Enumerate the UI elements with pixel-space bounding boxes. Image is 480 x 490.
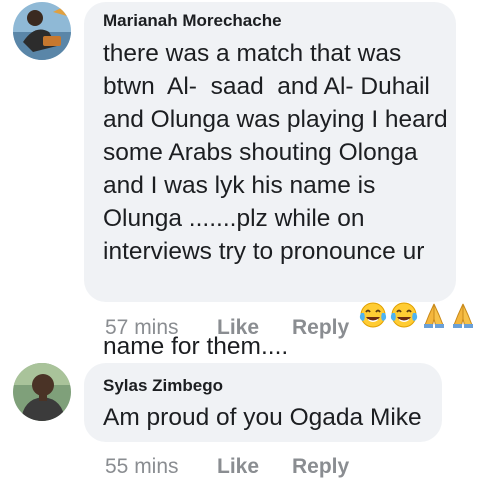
comment-text-line: and Olunga was playing I heard [103, 106, 448, 133]
comment-timestamp: 55 mins [105, 455, 179, 478]
comment-text-line: Am proud of you Ogada Mike [103, 404, 422, 431]
reply-button[interactable]: Reply [292, 455, 349, 479]
like-button[interactable]: Like [217, 455, 259, 479]
comment-text-line: interviews try to pronounce ur [103, 238, 425, 265]
comment-text-line: some Arabs shouting Olonga [103, 139, 418, 166]
comment-text-line: and I was lyk his name is [103, 172, 376, 199]
comment-text: Am proud of you Ogada Mike [103, 401, 422, 434]
like-button[interactable]: Like [217, 316, 259, 340]
comment: Marianah Morechache there was a match th… [0, 0, 480, 360]
comment-bubble: Marianah Morechache there was a match th… [84, 2, 474, 360]
avatar[interactable] [13, 2, 71, 60]
avatar[interactable] [13, 363, 71, 421]
comment: Sylas Zimbego Am proud of you Ogada Mike… [0, 355, 480, 490]
comment-actions: 55 mins Like Reply [105, 455, 465, 479]
comment-text-line: Olunga .......plz while on [103, 205, 365, 232]
comment-timestamp: 57 mins [105, 316, 179, 339]
profile-photo-icon [13, 2, 71, 60]
comment-text-line: btwn Al- saad and Al- Duhail [103, 73, 430, 100]
reply-button[interactable]: Reply [292, 316, 349, 340]
comment-bubble: Sylas Zimbego Am proud of you Ogada Mike [84, 363, 442, 442]
profile-photo-icon [13, 363, 71, 421]
comment-author[interactable]: Marianah Morechache [103, 11, 436, 31]
comment-actions: 57 mins Like Reply [105, 316, 465, 340]
comment-text-line: there was a match that was [103, 40, 402, 67]
comment-author[interactable]: Sylas Zimbego [103, 376, 422, 396]
